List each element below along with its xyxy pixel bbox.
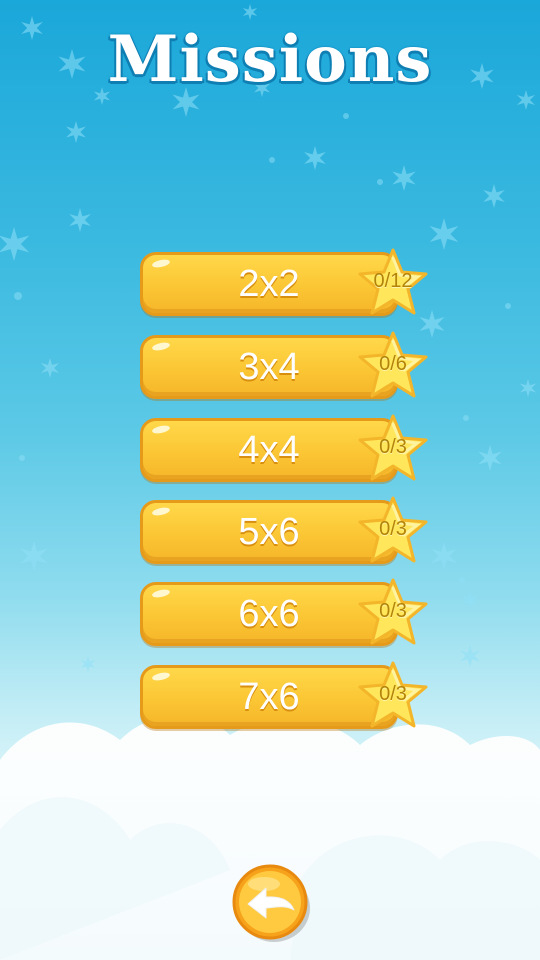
- page-title: Missions: [107, 22, 433, 97]
- mission-progress: 0/3: [379, 518, 407, 540]
- mission-button-3x4[interactable]: 3x4 0/6: [140, 331, 428, 401]
- star-icon: 0/6: [356, 329, 430, 403]
- star-icon: 0/3: [356, 659, 430, 733]
- star-icon: 0/3: [356, 412, 430, 486]
- mission-button-6x6[interactable]: 6x6 0/3: [140, 578, 428, 648]
- mission-progress: 0/3: [379, 436, 407, 458]
- star-icon: 0/12: [356, 246, 430, 320]
- star-icon: 0/3: [356, 494, 430, 568]
- mission-button-5x6[interactable]: 5x6 0/3: [140, 496, 428, 566]
- mission-progress: 0/3: [379, 600, 407, 622]
- mission-progress: 0/3: [379, 683, 407, 705]
- mission-progress: 0/12: [373, 270, 413, 292]
- star-icon: 0/3: [356, 576, 430, 650]
- mission-button-4x4[interactable]: 4x4 0/3: [140, 414, 428, 484]
- back-button[interactable]: [230, 862, 312, 944]
- back-arrow-icon: [232, 864, 310, 942]
- mission-progress: 0/6: [379, 353, 407, 375]
- mission-button-7x6[interactable]: 7x6 0/3: [140, 661, 428, 731]
- mission-button-2x2[interactable]: 2x2 0/12: [140, 248, 428, 318]
